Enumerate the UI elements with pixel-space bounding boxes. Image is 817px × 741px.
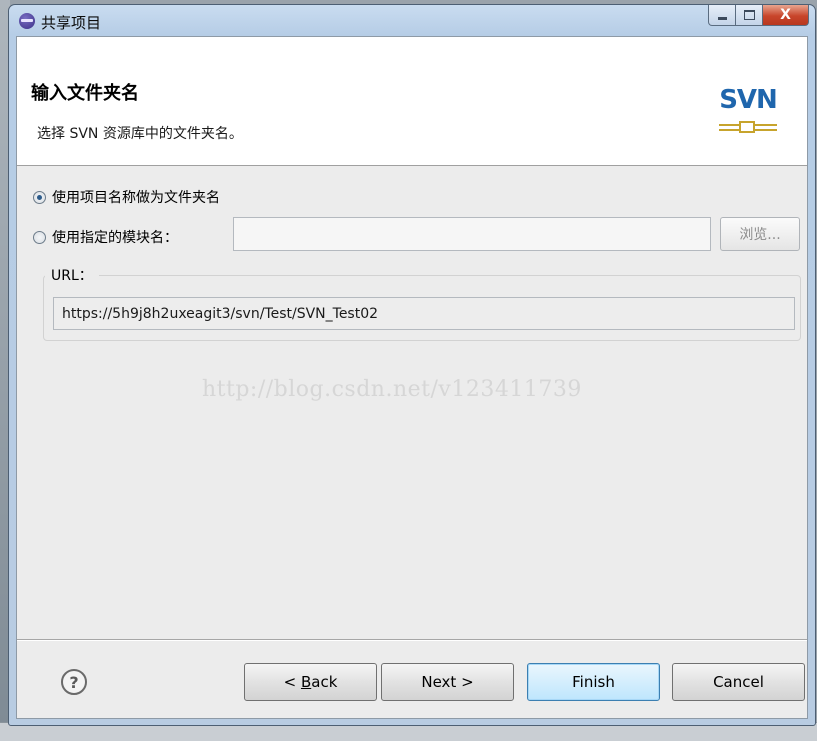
window-controls: X bbox=[708, 5, 809, 27]
back-button[interactable]: < Back bbox=[244, 663, 377, 701]
watermark: http://blog.csdn.net/v123411739 bbox=[202, 377, 582, 402]
window-title: 共享项目 bbox=[41, 14, 102, 32]
svn-logo-icon: SVN bbox=[713, 85, 783, 139]
finish-button[interactable]: Finish bbox=[527, 663, 660, 701]
dialog-content: 输入文件夹名 选择 SVN 资源库中的文件夹名。 SVN 使用项目名称做为文件夹… bbox=[16, 36, 808, 719]
title-bar[interactable]: 共享项目 X bbox=[9, 5, 815, 37]
close-icon: X bbox=[780, 7, 791, 23]
page-description: 选择 SVN 资源库中的文件夹名。 bbox=[37, 126, 243, 142]
minimize-button[interactable] bbox=[708, 5, 736, 26]
back-button-prefix: < bbox=[283, 673, 301, 691]
back-button-rest: ack bbox=[311, 673, 338, 691]
use-module-name-radio[interactable] bbox=[33, 230, 46, 244]
wizard-header: 输入文件夹名 选择 SVN 资源库中的文件夹名。 SVN bbox=[17, 37, 807, 166]
cancel-button[interactable]: Cancel bbox=[672, 663, 805, 701]
option-use-module-name[interactable]: 使用指定的模块名： bbox=[33, 227, 178, 247]
use-project-name-label: 使用项目名称做为文件夹名 bbox=[52, 190, 220, 206]
next-button[interactable]: Next > bbox=[381, 663, 514, 701]
use-module-name-label: 使用指定的模块名： bbox=[52, 230, 178, 246]
use-project-name-radio[interactable] bbox=[33, 190, 46, 204]
svn-logo-text: SVN bbox=[719, 85, 778, 115]
maximize-icon bbox=[743, 10, 755, 20]
option-use-project-name[interactable]: 使用项目名称做为文件夹名 bbox=[33, 187, 220, 207]
help-icon[interactable]: ? bbox=[61, 669, 87, 695]
close-button[interactable]: X bbox=[763, 5, 809, 26]
back-button-mnemonic: B bbox=[300, 673, 312, 691]
minimize-icon bbox=[717, 16, 727, 20]
url-field[interactable]: https://5h9j8h2uxeagit3/svn/Test/SVN_Tes… bbox=[53, 297, 795, 330]
module-name-input[interactable] bbox=[233, 217, 711, 251]
url-group-label: URL： bbox=[45, 265, 99, 285]
browse-button[interactable]: 浏览... bbox=[720, 217, 800, 251]
eclipse-icon bbox=[19, 13, 35, 29]
svn-logo-lines bbox=[719, 121, 777, 133]
share-project-dialog: 共享项目 X 输入文件夹名 选择 SVN 资源库中的文件夹名。 SVN 使用项目… bbox=[8, 4, 816, 726]
page-title: 输入文件夹名 bbox=[31, 83, 139, 104]
footer-divider-highlight bbox=[17, 640, 807, 641]
maximize-button[interactable] bbox=[736, 5, 763, 26]
